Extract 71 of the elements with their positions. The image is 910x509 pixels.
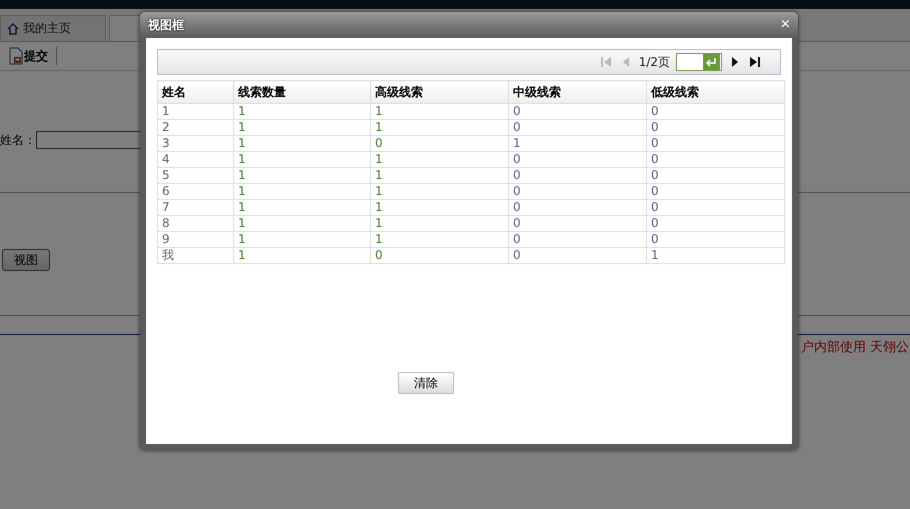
- table-cell: 1: [234, 184, 370, 200]
- table-cell: 0: [508, 200, 646, 216]
- clear-button[interactable]: 清除: [398, 372, 454, 394]
- tab[interactable]: 我的主页: [0, 15, 106, 41]
- document-icon: [9, 47, 23, 65]
- table-cell: 0: [370, 248, 508, 264]
- table-cell: 0: [646, 120, 784, 136]
- column-header: 低级线索: [646, 80, 784, 104]
- view-button[interactable]: 视图: [2, 249, 50, 271]
- table-cell: 1: [234, 168, 370, 184]
- table-cell: 0: [508, 152, 646, 168]
- table-cell: 1: [158, 104, 234, 120]
- table-cell: 1: [508, 136, 646, 152]
- table-cell: 0: [508, 216, 646, 232]
- table-cell: 4: [158, 152, 234, 168]
- table-cell: 0: [508, 104, 646, 120]
- table-cell: 1: [370, 216, 508, 232]
- table-cell: 1: [234, 152, 370, 168]
- table-cell: 1: [234, 104, 370, 120]
- go-button[interactable]: [703, 54, 720, 70]
- first-page-icon: [598, 55, 613, 69]
- table-cell: 1: [234, 136, 370, 152]
- home-icon: [7, 22, 19, 34]
- page-count: 1/2页: [638, 54, 670, 70]
- dialog-title: 视图框: [148, 16, 184, 34]
- table-cell: 我: [158, 248, 234, 264]
- table-cell: 3: [158, 136, 234, 152]
- table-cell: 2: [158, 120, 234, 136]
- table-cell: 0: [508, 248, 646, 264]
- table-cell: 0: [646, 136, 784, 152]
- table-cell: 0: [646, 232, 784, 248]
- table-cell: 0: [508, 120, 646, 136]
- table-cell: 1: [370, 232, 508, 248]
- table-cell: 1: [370, 200, 508, 216]
- column-header: 线索数量: [234, 80, 370, 104]
- table-cell: 0: [646, 200, 784, 216]
- table-cell: 8: [158, 216, 234, 232]
- table-cell: 0: [646, 216, 784, 232]
- footer-text: 户内部使用 天翎公: [800, 339, 910, 356]
- table-cell: 1: [234, 200, 370, 216]
- table-cell: 1: [234, 248, 370, 264]
- name-label: 姓名：: [0, 132, 36, 148]
- column-header: 中级线索: [508, 80, 646, 104]
- table-cell: 1: [370, 184, 508, 200]
- table-cell: 7: [158, 200, 234, 216]
- last-page-button[interactable]: [748, 55, 762, 69]
- table-cell: 1: [370, 168, 508, 184]
- table-cell: 6: [158, 184, 234, 200]
- table-cell: 1: [234, 232, 370, 248]
- table-cell: 0: [646, 104, 784, 120]
- table-cell: 1: [234, 216, 370, 232]
- table-cell: 0: [508, 184, 646, 200]
- table-cell: 1: [370, 120, 508, 136]
- table-cell: 0: [370, 136, 508, 152]
- table-cell: 0: [646, 152, 784, 168]
- table-cell: 0: [646, 168, 784, 184]
- table-cell: 1: [234, 120, 370, 136]
- table-cell: 0: [508, 232, 646, 248]
- table-cell: 1: [370, 152, 508, 168]
- column-header: 姓名: [158, 80, 234, 104]
- column-header: 高级线索: [370, 80, 508, 104]
- close-button[interactable]: ×: [780, 16, 790, 34]
- submit-button[interactable]: 提交: [9, 47, 57, 65]
- table-cell: 0: [508, 168, 646, 184]
- table-cell: 0: [646, 184, 784, 200]
- last-page-icon: [748, 55, 762, 69]
- table-cell: 5: [158, 168, 234, 184]
- table-cell: 1: [646, 248, 784, 264]
- table-cell: 9: [158, 232, 234, 248]
- table-cell: 1: [370, 104, 508, 120]
- page-input[interactable]: [676, 53, 722, 71]
